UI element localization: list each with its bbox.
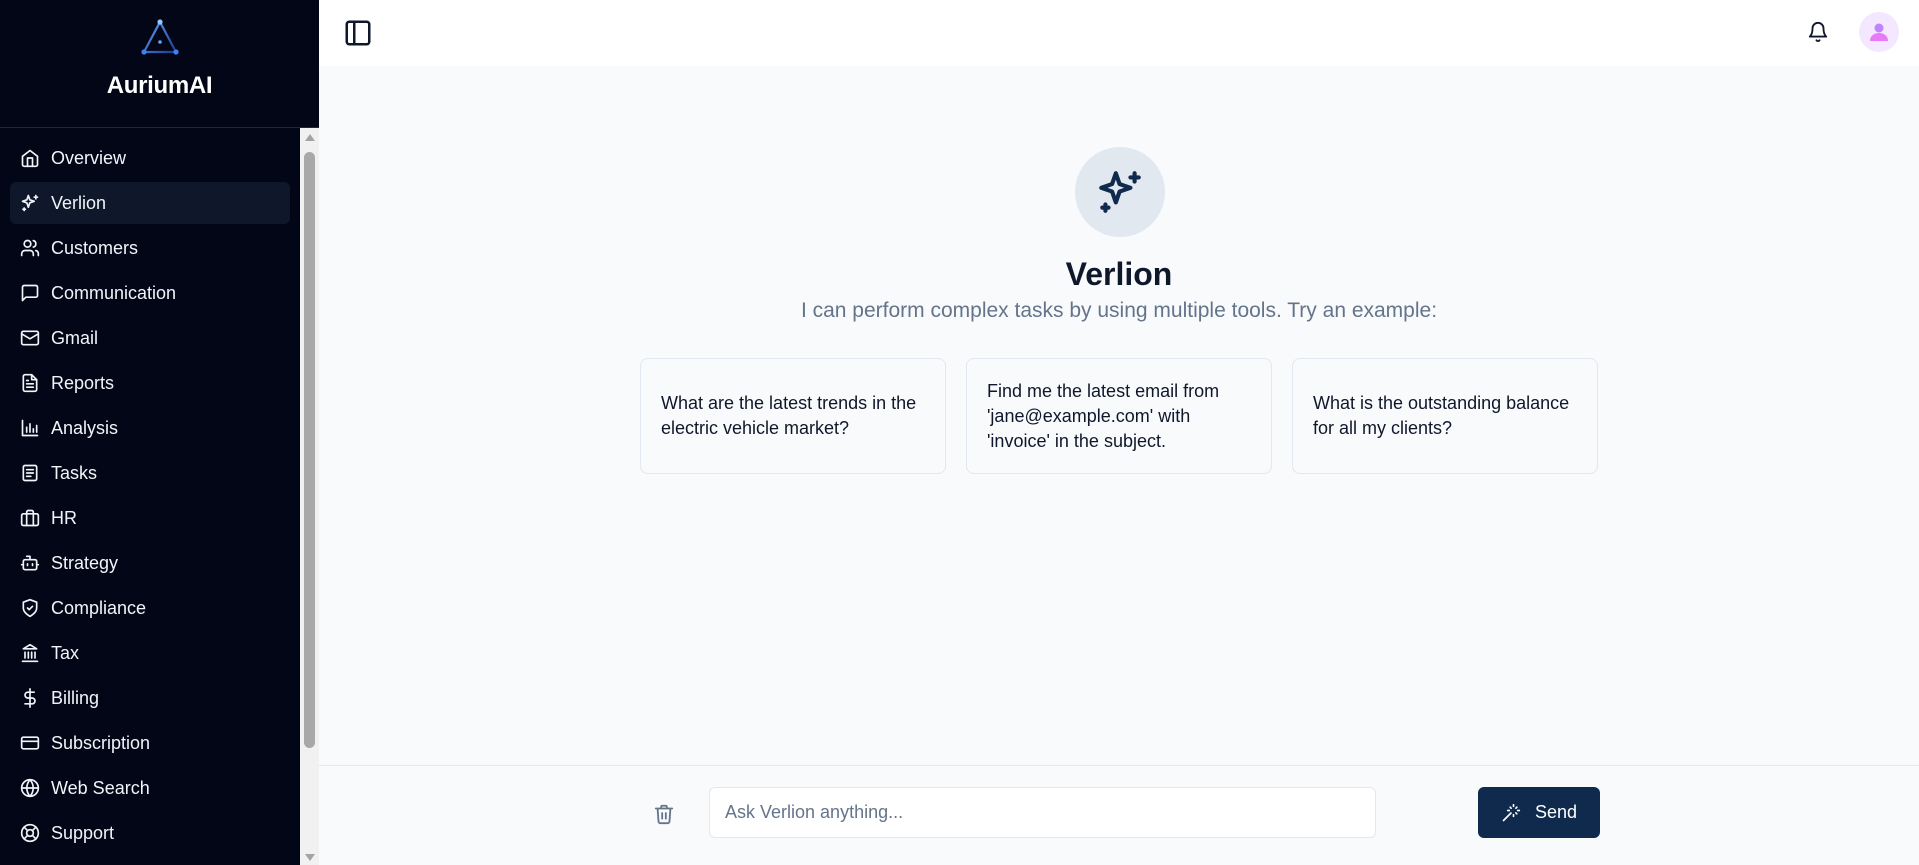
sidebar-item-label: Verlion (51, 192, 107, 213)
sidebar-item-customers[interactable]: Customers (10, 227, 290, 269)
sidebar-item-hr[interactable]: HR (10, 497, 290, 539)
bot-icon (20, 555, 40, 571)
sidebar-item-subscription[interactable]: Subscription (10, 722, 290, 764)
chat-input[interactable] (709, 787, 1376, 838)
sidebar-item-label: Customers (51, 237, 139, 258)
example-prompts: What are the latest trends in the electr… (640, 358, 1598, 474)
sidebar-item-label: Strategy (51, 552, 119, 573)
sidebar-item-web-search[interactable]: Web Search (10, 767, 290, 809)
page-subtitle: I can perform complex tasks by using mul… (800, 299, 1438, 322)
sidebar-item-label: Analysis (51, 417, 119, 438)
top-header (319, 0, 1919, 66)
scroll-down-arrow[interactable] (305, 854, 315, 861)
dollar-sign-icon (24, 688, 36, 708)
file-text-icon (22, 373, 38, 393)
chat-input-bar: Send (319, 765, 1919, 865)
sparkles-icon (21, 194, 39, 212)
sidebar-item-tasks[interactable]: Tasks (10, 452, 290, 494)
sidebar-item-label: Gmail (51, 327, 99, 348)
sparkles-icon (1099, 171, 1141, 213)
sidebar-item-label: Communication (51, 282, 177, 303)
avatar[interactable] (1859, 12, 1899, 52)
users-icon (20, 239, 40, 257)
sidebar-item-label: Compliance (51, 597, 147, 618)
sidebar-item-verlion[interactable]: Verlion (10, 182, 290, 224)
sidebar-item-gmail[interactable]: Gmail (10, 317, 290, 359)
assistant-badge (1075, 147, 1165, 237)
shield-check-icon (22, 598, 38, 618)
sidebar-item-label: Support (51, 822, 115, 843)
sidebar-item-strategy[interactable]: Strategy (10, 542, 290, 584)
send-button[interactable]: Send (1478, 787, 1600, 838)
clipboard-list-icon (22, 464, 38, 482)
trash-icon[interactable] (653, 802, 675, 826)
globe-icon (20, 778, 40, 798)
sidebar-item-tax[interactable]: Tax (10, 632, 290, 674)
sidebar-nav: Overview Verlion Customers Communication… (0, 128, 300, 865)
message-square-icon (21, 284, 39, 302)
send-button-label: Send (1534, 802, 1578, 822)
logo-icon (140, 19, 179, 55)
magic-wand-icon (1502, 803, 1521, 821)
example-prompt-card[interactable]: What is the outstanding balance for all … (1292, 358, 1598, 474)
sidebar-toggle-icon[interactable] (343, 18, 373, 48)
briefcase-icon (20, 509, 40, 527)
sidebar-item-label: Tasks (51, 462, 98, 483)
example-prompt-card[interactable]: What are the latest trends in the electr… (640, 358, 946, 474)
home-icon (21, 149, 39, 168)
main-content: Verlion I can perform complex tasks by u… (319, 66, 1919, 766)
sidebar-item-analysis[interactable]: Analysis (10, 407, 290, 449)
life-buoy-icon (20, 823, 40, 843)
sidebar-item-compliance[interactable]: Compliance (10, 587, 290, 629)
sidebar-item-billing[interactable]: Billing (10, 677, 290, 719)
credit-card-icon (20, 736, 40, 750)
bell-icon[interactable] (1807, 20, 1829, 44)
sidebar-item-reports[interactable]: Reports (10, 362, 290, 404)
bar-chart-icon (21, 419, 39, 437)
mail-icon (20, 330, 40, 346)
page-title: Verlion (1065, 256, 1173, 292)
example-prompt-card[interactable]: Find me the latest email from 'jane@exam… (966, 358, 1272, 474)
sidebar-item-label: Overview (51, 147, 127, 168)
scroll-up-arrow[interactable] (305, 134, 315, 141)
sidebar-item-label: Reports (51, 372, 115, 393)
sidebar-item-label: Web Search (51, 777, 150, 798)
sidebar-item-support[interactable]: Support (10, 812, 290, 854)
sidebar-item-label: Subscription (51, 732, 151, 753)
landmark-icon (21, 643, 39, 663)
sidebar-item-label: Billing (51, 687, 100, 708)
user-avatar-icon (1870, 23, 1888, 41)
sidebar-item-communication[interactable]: Communication (10, 272, 290, 314)
sidebar-item-label: Tax (51, 642, 80, 663)
sidebar-item-label: HR (51, 507, 77, 528)
scroll-thumb[interactable] (304, 152, 315, 748)
sidebar: AuriumAI Overview Verlion Customers Comm… (0, 0, 319, 865)
brand: AuriumAI (0, 0, 319, 128)
sidebar-item-overview[interactable]: Overview (10, 137, 290, 179)
sidebar-scrollbar[interactable] (300, 128, 319, 865)
app-name: AuriumAI (106, 72, 213, 99)
